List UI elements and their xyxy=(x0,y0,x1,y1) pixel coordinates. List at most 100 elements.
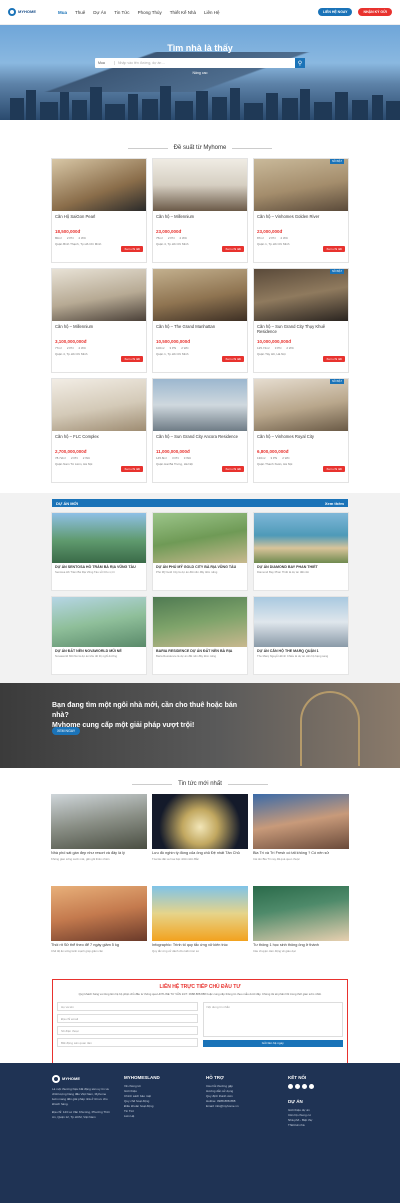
nav-item-thue[interactable]: Thuê xyxy=(75,10,85,15)
harp-image xyxy=(300,691,360,766)
detail-button[interactable]: Xem chi tiết xyxy=(323,246,345,252)
phone-field[interactable]: Số điện thoại xyxy=(57,1026,198,1035)
detail-button[interactable]: Xem chi tiết xyxy=(222,466,244,472)
twitter-icon[interactable] xyxy=(295,1084,300,1089)
news-card[interactable]: Thói rít Sữ thể theo để 7 ngày giảm 5 kg… xyxy=(51,886,147,973)
footer-about-text: Là một thương hiệu bất động sản uy tín v… xyxy=(52,1087,109,1106)
property-title: Căn hộ – Millennium xyxy=(156,214,195,219)
contact-form: Họ và tên Địa chỉ email Số điện thoại Bấ… xyxy=(57,1002,343,1047)
news-card[interactable]: Lưu đồ nghìn tỷ đồng của ông chủ Đệ nhất… xyxy=(152,794,248,881)
project-card[interactable]: DỰ ÁN DIAMOND BAY PHAN THIẾT Diamond Bay … xyxy=(253,512,349,591)
property-card[interactable]: Căn hộ – The Grand Manhattan 10,500,000,… xyxy=(152,268,248,373)
detail-button[interactable]: Xem chi tiết xyxy=(222,246,244,252)
advanced-search-link[interactable]: Nâng cao xyxy=(0,71,400,75)
property-card[interactable]: Căn hộ – FLC Complex 2,700,000,000đ 78.7… xyxy=(51,378,147,483)
detail-button[interactable]: Xem chi tiết xyxy=(323,356,345,362)
property-photo xyxy=(52,159,146,211)
property-card[interactable]: Căn hộ – Millennium 23,000,000đ 75m² 2 PN… xyxy=(152,158,248,263)
search-input[interactable]: Nhập vào tên đường, dự án ... xyxy=(115,61,295,65)
nav-item-phong-thuy[interactable]: Phong Thủy xyxy=(138,10,162,15)
property-card[interactable]: NỔI BẬT Căn hộ – Sun Grand City Thụy Khu… xyxy=(253,268,349,373)
property-photo xyxy=(153,379,247,431)
search-type-select[interactable]: Mua xyxy=(95,61,115,65)
contact-now-button[interactable]: LIÊN HỆ NGAY xyxy=(317,8,353,16)
property-card[interactable]: NỔI BẬT Căn hộ – Vinhomes Royal City 6,8… xyxy=(253,378,349,483)
property-title: Căn hộ – The Grand Manhattan xyxy=(156,324,216,329)
project-card[interactable]: DỰ ÁN CĂN HỘ THE MARQ QUẬN 1 The Marq Ngu… xyxy=(253,596,349,675)
cta-text: Bạn đang tìm một ngôi nhà mới, cần cho t… xyxy=(52,702,238,729)
property-photo xyxy=(153,159,247,211)
nav-item-lien-he[interactable]: Liên Hệ xyxy=(204,10,220,15)
property-card[interactable]: NỔI BẬT Căn hộ – Vinhomes Golden River 2… xyxy=(253,158,349,263)
project-card[interactable]: DỰ ÁN ĐẤT NỀN NOVAWORLD MŨI NÉ Novaworld … xyxy=(51,596,147,675)
facebook-icon[interactable] xyxy=(288,1084,293,1089)
logo-icon xyxy=(8,8,16,16)
instagram-icon[interactable] xyxy=(309,1084,314,1089)
footer-col-connect: KẾT NỐI DỰ ÁN Giới thiệu dự án Căn hộ ch… xyxy=(288,1075,348,1191)
property-title: Căn hộ – Millennium xyxy=(55,324,94,329)
view-more-link[interactable]: Xem thêm xyxy=(325,501,344,506)
detail-button[interactable]: Xem chi tiết xyxy=(222,356,244,362)
cta-view-button[interactable]: XEM NGAY xyxy=(52,727,81,735)
contact-title: LIÊN HỆ TRỰC TIẾP CHỦ ĐẦU TƯ xyxy=(159,984,241,990)
youtube-icon[interactable] xyxy=(302,1084,307,1089)
property-photo xyxy=(52,269,146,321)
detail-button[interactable]: Xem chi tiết xyxy=(121,466,143,472)
nav-item-tin-tuc[interactable]: Tin Tức xyxy=(114,10,129,15)
detail-button[interactable]: Xem chi tiết xyxy=(121,356,143,362)
nav-item-mua[interactable]: Mua xyxy=(58,10,67,15)
logo-icon xyxy=(52,1075,60,1083)
property-meta: 87m² 2 PN 2 WC xyxy=(257,236,289,240)
site-logo[interactable]: MYHOME xyxy=(8,8,48,16)
property-meta: 125.74m² 3 PN 2 WC xyxy=(257,346,294,350)
news-card[interactable]: Tư thông 1 học sinh thông ông ở thành Câu… xyxy=(253,886,349,973)
search-button[interactable]: ⚲ xyxy=(295,58,305,68)
project-card[interactable]: BARIA RESIDENCE DỰ ÁN ĐẤT NỀN BÀ RỊA Bari… xyxy=(152,596,248,675)
interest-select[interactable]: Bất động sản quan tâm xyxy=(57,1038,198,1047)
news-card[interactable]: Nhà phố sát gần đẹp như resort và đây là… xyxy=(51,794,147,881)
property-meta: 100m² 3 PN 2 WC xyxy=(156,346,189,350)
message-field[interactable]: Nội dung tin nhắn xyxy=(202,1002,343,1037)
hero-banner: Tìm nhà là thấy Mua Nhập vào tên đường, … xyxy=(0,25,400,120)
property-photo: NỔI BẬT xyxy=(254,159,348,211)
footer-link[interactable]: Liên Hệ xyxy=(124,1114,194,1119)
footer-col2-title: HỖ TRỢ xyxy=(206,1075,224,1080)
project-photo xyxy=(153,513,247,563)
property-card[interactable]: Căn hộ – Millennium 3,100,000,000đ 77m² 2… xyxy=(51,268,147,373)
project-card[interactable]: DỰ ÁN SENTOSA HỒ TRÀM BÀ RỊA VŨNG TÀU Sen… xyxy=(51,512,147,591)
name-field[interactable]: Họ và tên xyxy=(57,1002,198,1011)
footer-address: Địa chỉ: 123 Lê Văn Khương, Phường Thới … xyxy=(52,1110,110,1119)
property-title: Căn hộ – Sun Grand City Ancora Residence xyxy=(156,434,238,439)
project-card[interactable]: DỰ ÁN PHÚ MỸ GOLD CITY BÀ RỊA VŨNG TÀU Ph… xyxy=(152,512,248,591)
property-card[interactable]: Căn hộ – Sun Grand City Ancora Residence… xyxy=(152,378,248,483)
nav-item-thiet-ke[interactable]: Thiết Kế Nhà xyxy=(170,10,196,15)
project-photo xyxy=(254,597,348,647)
news-card[interactable]: Bia Trí và Trí Fresh có tất không ? Có n… xyxy=(253,794,349,881)
footer-logo[interactable]: MYHOME xyxy=(52,1075,92,1083)
logo-text: MYHOME xyxy=(18,9,36,14)
news-card[interactable]: Infographic: Trình tố quy tắc ứng xử kiế… xyxy=(152,886,248,973)
property-card[interactable]: Căn Hộ SaiGon Pearl 18,500,000đ 80m² 2 PN… xyxy=(51,158,147,263)
footer-email[interactable]: Email: info@myhome.vn xyxy=(206,1104,276,1109)
news-photo xyxy=(152,794,248,849)
submit-button[interactable]: Gửi liên hệ ngay xyxy=(202,1040,343,1047)
news-grid: Nhà phố sát gần đẹp như resort và đây là… xyxy=(0,794,400,973)
footer-col3-title: KẾT NỐI xyxy=(288,1075,307,1080)
footer-link[interactable]: Thiết kế nhà xyxy=(288,1123,348,1128)
site-footer: MYHOME Là một thương hiệu bất động sản u… xyxy=(0,1063,400,1203)
nav-item-du-an[interactable]: Dự Án xyxy=(93,10,106,15)
property-meta: 77m² 2 PN 2 WC xyxy=(55,346,87,350)
property-title: Căn hộ – Vinhomes Golden River xyxy=(257,214,320,219)
news-desc: Quy tắc ứng xử dành cho kiến trúc sư xyxy=(152,948,200,953)
cta-banner: Bạn đang tìm một ngôi nhà mới, cần cho t… xyxy=(0,683,400,768)
email-field[interactable]: Địa chỉ email xyxy=(57,1014,198,1023)
detail-button[interactable]: Xem chi tiết xyxy=(323,466,345,472)
detail-button[interactable]: Xem chi tiết xyxy=(121,246,143,252)
footer-col4-title: DỰ ÁN xyxy=(288,1099,303,1104)
projects-header: DỰ ÁN MỚI Xem thêm xyxy=(52,499,348,507)
news-desc: Tòa lâu đài xa hoa bậc nhất miền Bắc xyxy=(152,856,199,861)
featured-badge: NỔI BẬT xyxy=(329,159,344,164)
footer-col-support: HỖ TRỢ Câu hỏi thường gặp Hướng dẫn sử d… xyxy=(206,1075,276,1191)
deposit-button[interactable]: NHẬN KÝ GỬI xyxy=(358,8,392,16)
footer-logo-text: MYHOME xyxy=(62,1076,80,1081)
